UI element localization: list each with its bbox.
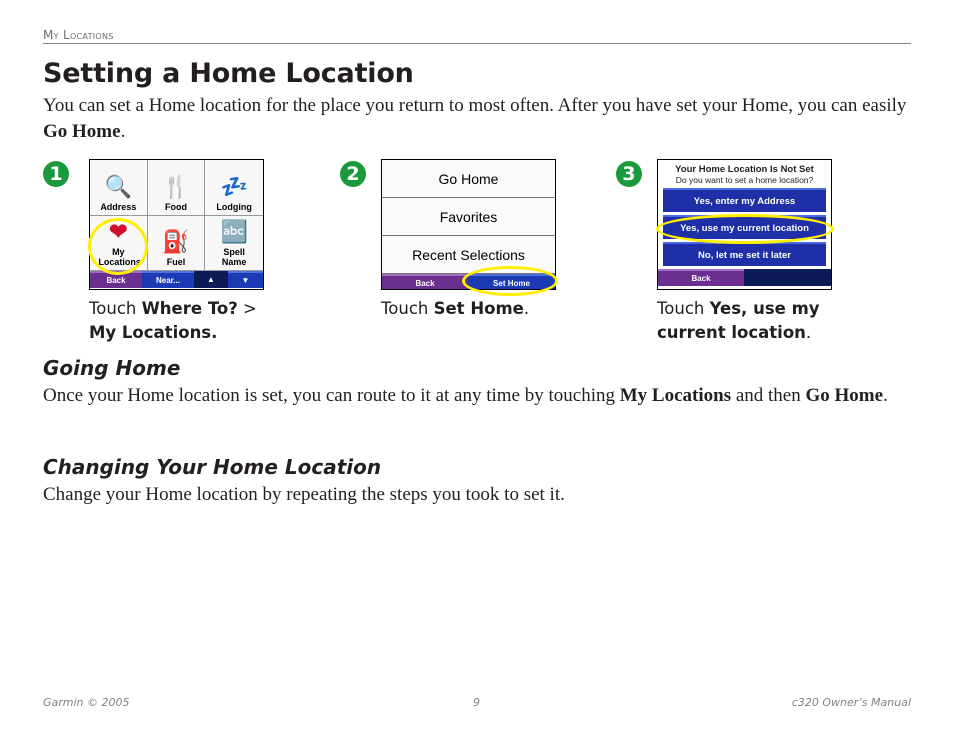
go-home-term: Go Home (43, 121, 121, 142)
dialog-subtitle: Do you want to set a home location? (675, 175, 814, 185)
empty-bar-segment (744, 269, 831, 286)
step-1-badge: 1 (43, 161, 69, 187)
footer-manual-title: c320 Owner’s Manual (791, 696, 911, 709)
cell-spell-name[interactable]: 🔤 Spell Name (205, 215, 263, 271)
highlight-current-location (656, 214, 834, 244)
section-header: My Locations (43, 28, 114, 42)
step-3-caption: Touch Yes, use my current location. (657, 299, 820, 342)
cell-lodging[interactable]: 💤 Lodging (205, 160, 263, 216)
header-rule (43, 43, 911, 44)
favorites-item[interactable]: Favorites (382, 198, 555, 236)
highlight-my-locations (88, 218, 148, 275)
page-title: Setting a Home Location (43, 58, 414, 89)
step-3-badge: 3 (616, 161, 642, 187)
back-button[interactable]: Back (658, 269, 744, 286)
step-2-badge: 2 (340, 161, 366, 187)
address-icon: 🔍 (104, 173, 133, 199)
step-2-caption: Touch Set Home. (381, 299, 530, 318)
dialog-title: Your Home Location Is Not Set (675, 164, 814, 175)
footer-page-number: 9 (473, 696, 480, 709)
go-home-item[interactable]: Go Home (382, 160, 555, 198)
spell-name-icon: 🔤 (220, 219, 248, 244)
intro-paragraph: You can set a Home location for the plac… (43, 95, 907, 142)
scroll-down-button[interactable]: ▼ (228, 271, 263, 288)
cell-fuel[interactable]: ⛽ Fuel (147, 215, 206, 271)
changing-home-heading: Changing Your Home Location (43, 455, 382, 479)
going-home-heading: Going Home (43, 356, 181, 380)
fuel-icon: ⛽ (162, 229, 190, 254)
enter-address-button[interactable]: Yes, enter my Address (663, 188, 826, 212)
step-3-button-bar: Back (658, 269, 831, 286)
cell-food[interactable]: 🍴 Food (147, 160, 206, 216)
step-1-caption: Touch Where To? > My Locations. (89, 299, 257, 342)
set-later-button[interactable]: No, let me set it later (663, 242, 826, 266)
footer-copyright: Garmin © 2005 (43, 696, 130, 709)
near-button[interactable]: Near... (142, 271, 194, 288)
changing-home-paragraph: Change your Home location by repeating t… (43, 484, 565, 505)
going-home-paragraph: Once your Home location is set, you can … (43, 385, 888, 406)
highlight-set-home (462, 266, 558, 296)
food-icon: 🍴 (162, 173, 190, 199)
cell-address[interactable]: 🔍 Address (90, 160, 148, 216)
lodging-icon: 💤 (220, 173, 248, 199)
scroll-up-button[interactable]: ▲ (194, 271, 228, 288)
back-button[interactable]: Back (382, 274, 468, 289)
